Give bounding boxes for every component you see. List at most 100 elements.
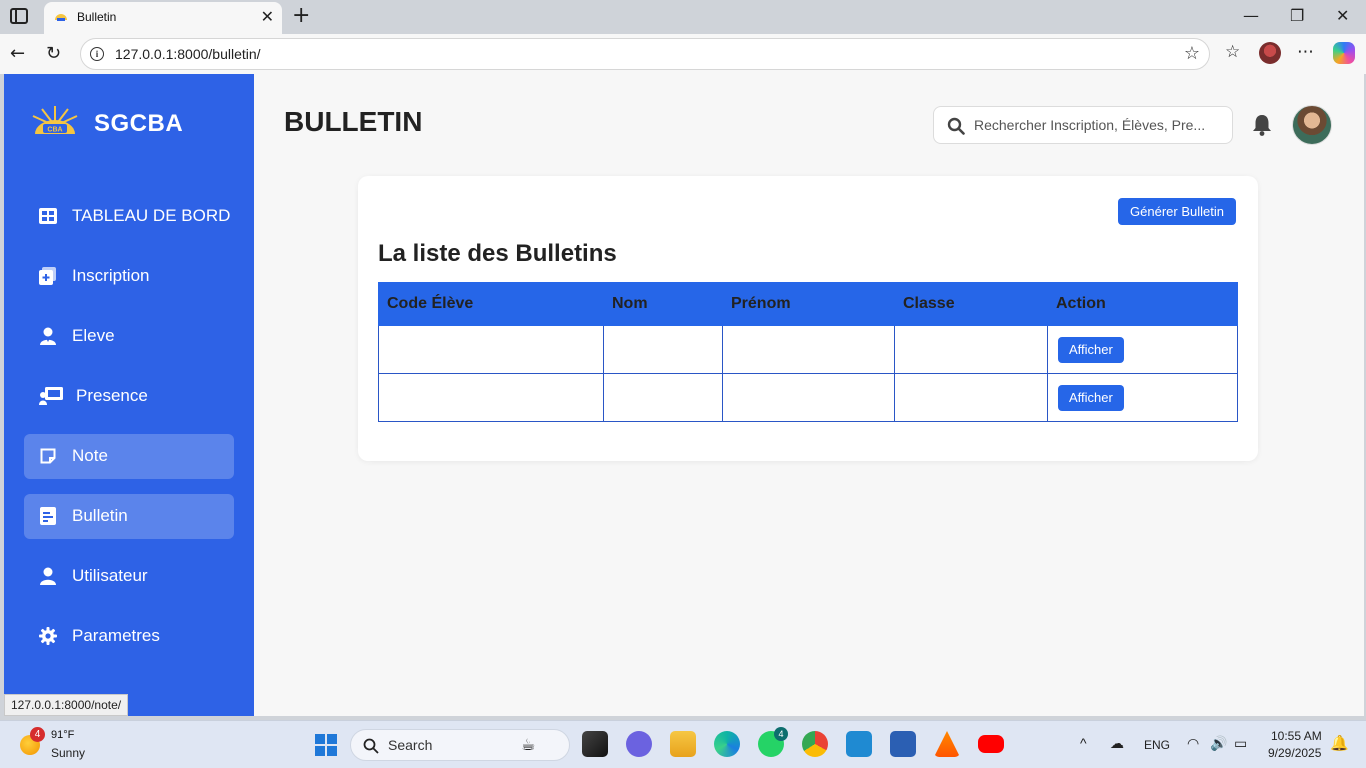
chrome-icon[interactable] <box>802 731 828 757</box>
sidebar-item-inscription[interactable]: Inscription <box>24 254 234 299</box>
search-icon <box>947 117 965 139</box>
sidebar-item-utilisateur[interactable]: Utilisateur <box>24 554 234 599</box>
sidebar-item-presence[interactable]: Presence <box>24 374 234 419</box>
cell-action: Afficher <box>1047 373 1238 422</box>
edge-browser-icon[interactable] <box>714 731 740 757</box>
user-icon <box>38 566 58 586</box>
browser-tab[interactable]: Bulletin ✕ <box>44 2 282 34</box>
cell-prenom <box>722 325 895 374</box>
logo-icon: CBA <box>32 106 78 134</box>
cell-code <box>378 325 604 374</box>
minimize-icon[interactable]: — <box>1243 6 1259 25</box>
cell-action: Afficher <box>1047 325 1238 374</box>
copilot-icon[interactable] <box>1333 42 1355 64</box>
cell-nom <box>603 373 723 422</box>
task-view-icon[interactable] <box>582 731 608 757</box>
sidebar-item-label: TABLEAU DE BORD <box>72 206 231 225</box>
bulletin-card: Générer Bulletin La liste des Bulletins … <box>358 176 1258 461</box>
profile-avatar[interactable] <box>1259 42 1281 64</box>
column-header[interactable]: Prénom <box>722 282 895 326</box>
note-icon <box>38 446 58 466</box>
sidebar-item-note[interactable]: Note <box>24 434 234 479</box>
back-icon[interactable]: ← <box>10 43 25 64</box>
sidebar-item-label: Note <box>72 446 108 465</box>
weather-condition[interactable]: Sunny <box>51 746 85 760</box>
cell-classe <box>894 325 1048 374</box>
afficher-button[interactable]: Afficher <box>1058 336 1124 363</box>
page-title: BULLETIN <box>284 106 423 137</box>
file-explorer-icon[interactable] <box>670 731 696 757</box>
weather-temperature[interactable]: 91°F <box>51 729 74 741</box>
cell-nom <box>603 325 723 374</box>
brand-name: SGCBA <box>94 110 184 137</box>
sidebar-item-eleve[interactable]: Eleve <box>24 314 234 359</box>
table-header-row: Code Élève Nom Prénom Classe Action <box>378 282 1238 326</box>
clock-date[interactable]: 9/29/2025 <box>1268 746 1321 760</box>
clock-time[interactable]: 10:55 AM <box>1271 729 1322 743</box>
youtube-icon[interactable] <box>978 735 1004 753</box>
search-placeholder: Rechercher Inscription, Élèves, Pre... <box>974 117 1206 133</box>
search-input[interactable]: Rechercher Inscription, Élèves, Pre... <box>933 106 1233 144</box>
presentation-icon <box>38 386 64 406</box>
add-file-icon <box>38 266 58 286</box>
onedrive-icon[interactable]: ☁ <box>1110 735 1124 752</box>
close-tab-icon[interactable]: ✕ <box>261 7 274 26</box>
windows-start-icon[interactable] <box>315 734 337 756</box>
battery-icon[interactable]: ▭ <box>1234 735 1247 752</box>
weather-badge: 4 <box>30 727 45 742</box>
svg-text:CBA: CBA <box>47 127 62 134</box>
word-icon[interactable] <box>890 731 916 757</box>
column-header: Action <box>1047 282 1238 326</box>
column-header[interactable]: Nom <box>603 282 723 326</box>
cell-code <box>378 373 604 422</box>
more-menu-icon[interactable]: ⋯ <box>1297 42 1314 62</box>
whatsapp-badge: 4 <box>774 727 788 741</box>
new-tab-icon[interactable]: + <box>292 3 310 28</box>
language-indicator[interactable]: ENG <box>1144 738 1170 752</box>
taskbar-search-label: Search <box>388 737 433 753</box>
tab-title: Bulletin <box>77 10 117 24</box>
teams-chat-icon[interactable] <box>626 731 652 757</box>
taskbar-search[interactable]: Search ☕ <box>350 729 570 761</box>
sidebar-item-label: Bulletin <box>72 506 128 525</box>
favicon-icon <box>55 14 67 21</box>
restore-icon[interactable]: ❐ <box>1290 6 1304 25</box>
table-row: Afficher <box>378 325 1238 374</box>
tab-actions-icon[interactable] <box>10 8 28 24</box>
column-header[interactable]: Classe <box>894 282 1048 326</box>
site-info-icon[interactable]: i <box>90 47 104 61</box>
favorite-star-icon[interactable]: ☆ <box>1184 43 1200 64</box>
avatar[interactable] <box>1292 105 1332 145</box>
chevron-up-icon[interactable]: ^ <box>1080 735 1087 751</box>
volume-icon[interactable]: 🔊 <box>1210 735 1227 752</box>
table-row: Afficher <box>378 373 1238 422</box>
dashboard-grid-icon <box>38 206 58 226</box>
sidebar-item-bulletin[interactable]: Bulletin <box>24 494 234 539</box>
bulletin-table: Code Élève Nom Prénom Classe Action Affi… <box>378 282 1238 422</box>
bell-icon[interactable] <box>1252 114 1272 140</box>
vscode-icon[interactable] <box>846 731 872 757</box>
sidebar-item-label: Inscription <box>72 266 150 285</box>
browser-toolbar: ← ↻ i 127.0.0.1:8000/bulletin/ ☆ ☆ ⋯ <box>0 34 1366 74</box>
vlc-icon[interactable] <box>934 731 960 757</box>
status-bar-url: 127.0.0.1:8000/note/ <box>4 694 129 716</box>
reload-icon[interactable]: ↻ <box>46 43 61 64</box>
afficher-button[interactable]: Afficher <box>1058 384 1124 411</box>
browser-tabstrip: Bulletin ✕ + — ❐ ✕ <box>0 0 1366 34</box>
document-lines-icon <box>38 506 58 526</box>
notification-bell-icon[interactable]: 🔔 <box>1330 734 1349 752</box>
sidebar-item-label: Eleve <box>72 326 115 345</box>
url-text[interactable]: 127.0.0.1:8000/bulletin/ <box>115 46 261 62</box>
sidebar-item-parametres[interactable]: Parametres <box>24 614 234 659</box>
cell-prenom <box>722 373 895 422</box>
sidebar: CBA SGCBA TABLEAU DE BORD Inscription El… <box>4 74 254 716</box>
wifi-icon[interactable]: ◠ <box>1187 735 1199 752</box>
column-header[interactable]: Code Élève <box>378 282 604 326</box>
gear-icon <box>38 626 58 646</box>
generate-bulletin-button[interactable]: Générer Bulletin <box>1118 198 1236 225</box>
sidebar-item-label: Parametres <box>72 626 160 645</box>
sidebar-item-tableau-de-bord[interactable]: TABLEAU DE BORD <box>24 194 234 239</box>
favorites-icon[interactable]: ☆ <box>1225 42 1240 62</box>
close-window-icon[interactable]: ✕ <box>1336 6 1349 25</box>
address-bar[interactable]: i 127.0.0.1:8000/bulletin/ ☆ <box>80 38 1210 70</box>
